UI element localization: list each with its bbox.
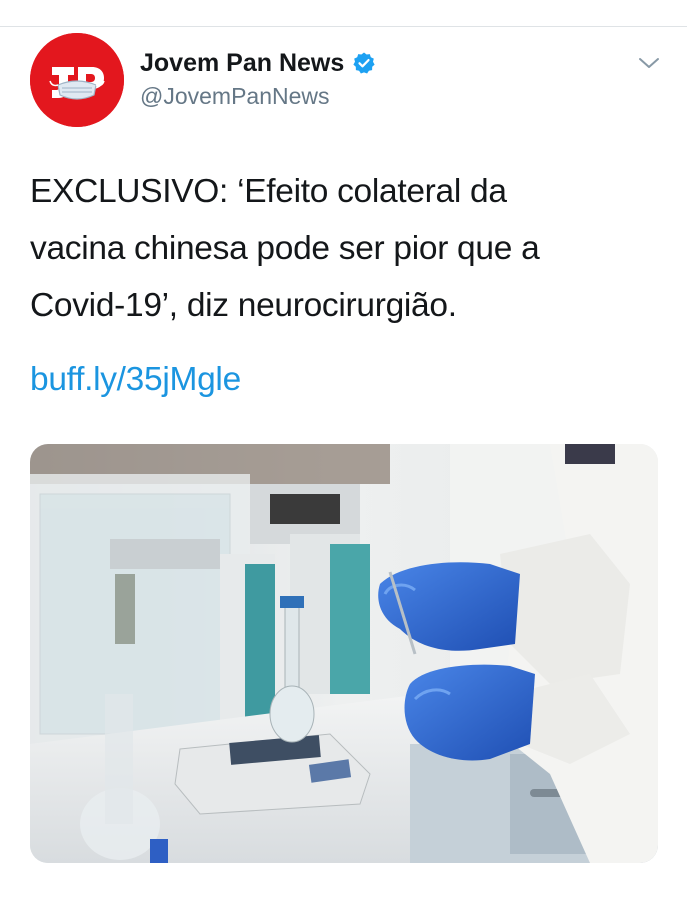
chevron-down-icon	[639, 58, 659, 68]
avatar[interactable]	[30, 33, 124, 127]
display-name-row[interactable]: Jovem Pan News	[140, 46, 376, 80]
top-divider	[0, 26, 687, 27]
verified-badge-icon	[353, 52, 375, 74]
tweet-text-line: vacina chinesa pode ser pior que a	[30, 230, 540, 267]
tweet-link[interactable]: buff.ly/35jMgle	[30, 357, 241, 403]
lab-photo	[30, 444, 658, 863]
display-name[interactable]: Jovem Pan News	[140, 49, 344, 78]
tweet-text: EXCLUSIVO: ‘Efeito colateral da vacina c…	[30, 163, 660, 334]
tweet-menu-button[interactable]	[634, 48, 664, 78]
jovem-pan-logo-icon	[30, 33, 124, 127]
tweet-media-image[interactable]	[30, 444, 658, 863]
account-handle[interactable]: @JovemPanNews	[140, 83, 330, 110]
tweet-text-line: Covid-19’, diz neurocirurgião.	[30, 287, 457, 324]
tweet-text-line: EXCLUSIVO: ‘Efeito colateral da	[30, 173, 507, 210]
